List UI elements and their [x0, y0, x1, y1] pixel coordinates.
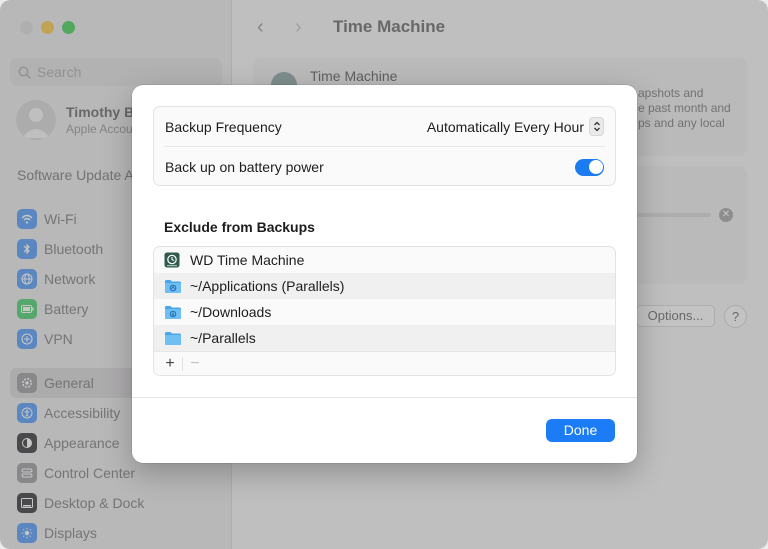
applications-folder-icon: [164, 278, 182, 294]
list-item[interactable]: WD Time Machine: [154, 247, 615, 273]
battery-power-toggle[interactable]: [575, 158, 604, 176]
remove-button[interactable]: −: [185, 355, 205, 373]
folder-icon: [164, 330, 182, 346]
add-button[interactable]: +: [160, 355, 180, 373]
list-item[interactable]: ~/Applications (Parallels): [154, 273, 615, 299]
done-button[interactable]: Done: [546, 419, 615, 442]
battery-power-row: Back up on battery power: [154, 147, 615, 187]
exclude-section-title: Exclude from Backups: [164, 219, 315, 235]
divider: [132, 397, 637, 398]
downloads-folder-icon: [164, 304, 182, 320]
backup-settings-group: Backup Frequency Automatically Every Hou…: [153, 106, 616, 186]
toggle-knob: [588, 160, 603, 174]
divider: [182, 356, 183, 371]
backup-frequency-value: Automatically Every Hour: [426, 118, 584, 135]
exclusion-list: WD Time Machine ~/Applications (Parallel…: [153, 246, 616, 376]
backup-frequency-popup[interactable]: Automatically Every Hour: [427, 117, 604, 136]
list-item[interactable]: ~/Downloads: [154, 299, 615, 325]
time-machine-drive-icon: [164, 252, 182, 268]
system-settings-window: Search Timothy B Apple Accou Software Up…: [0, 0, 768, 549]
list-item-label: WD Time Machine: [190, 252, 305, 268]
list-item-label: ~/Downloads: [190, 304, 272, 320]
chevron-up-down-icon: [589, 117, 604, 136]
list-item[interactable]: ~/Parallels: [154, 325, 615, 351]
list-item-label: ~/Parallels: [190, 330, 256, 346]
backup-frequency-row: Backup Frequency Automatically Every Hou…: [164, 107, 605, 147]
backup-frequency-label: Backup Frequency: [165, 118, 282, 135]
options-sheet: Backup Frequency Automatically Every Hou…: [132, 85, 637, 463]
battery-power-label: Back up on battery power: [165, 159, 324, 175]
list-footer: + −: [154, 351, 615, 375]
list-item-label: ~/Applications (Parallels): [190, 278, 345, 294]
